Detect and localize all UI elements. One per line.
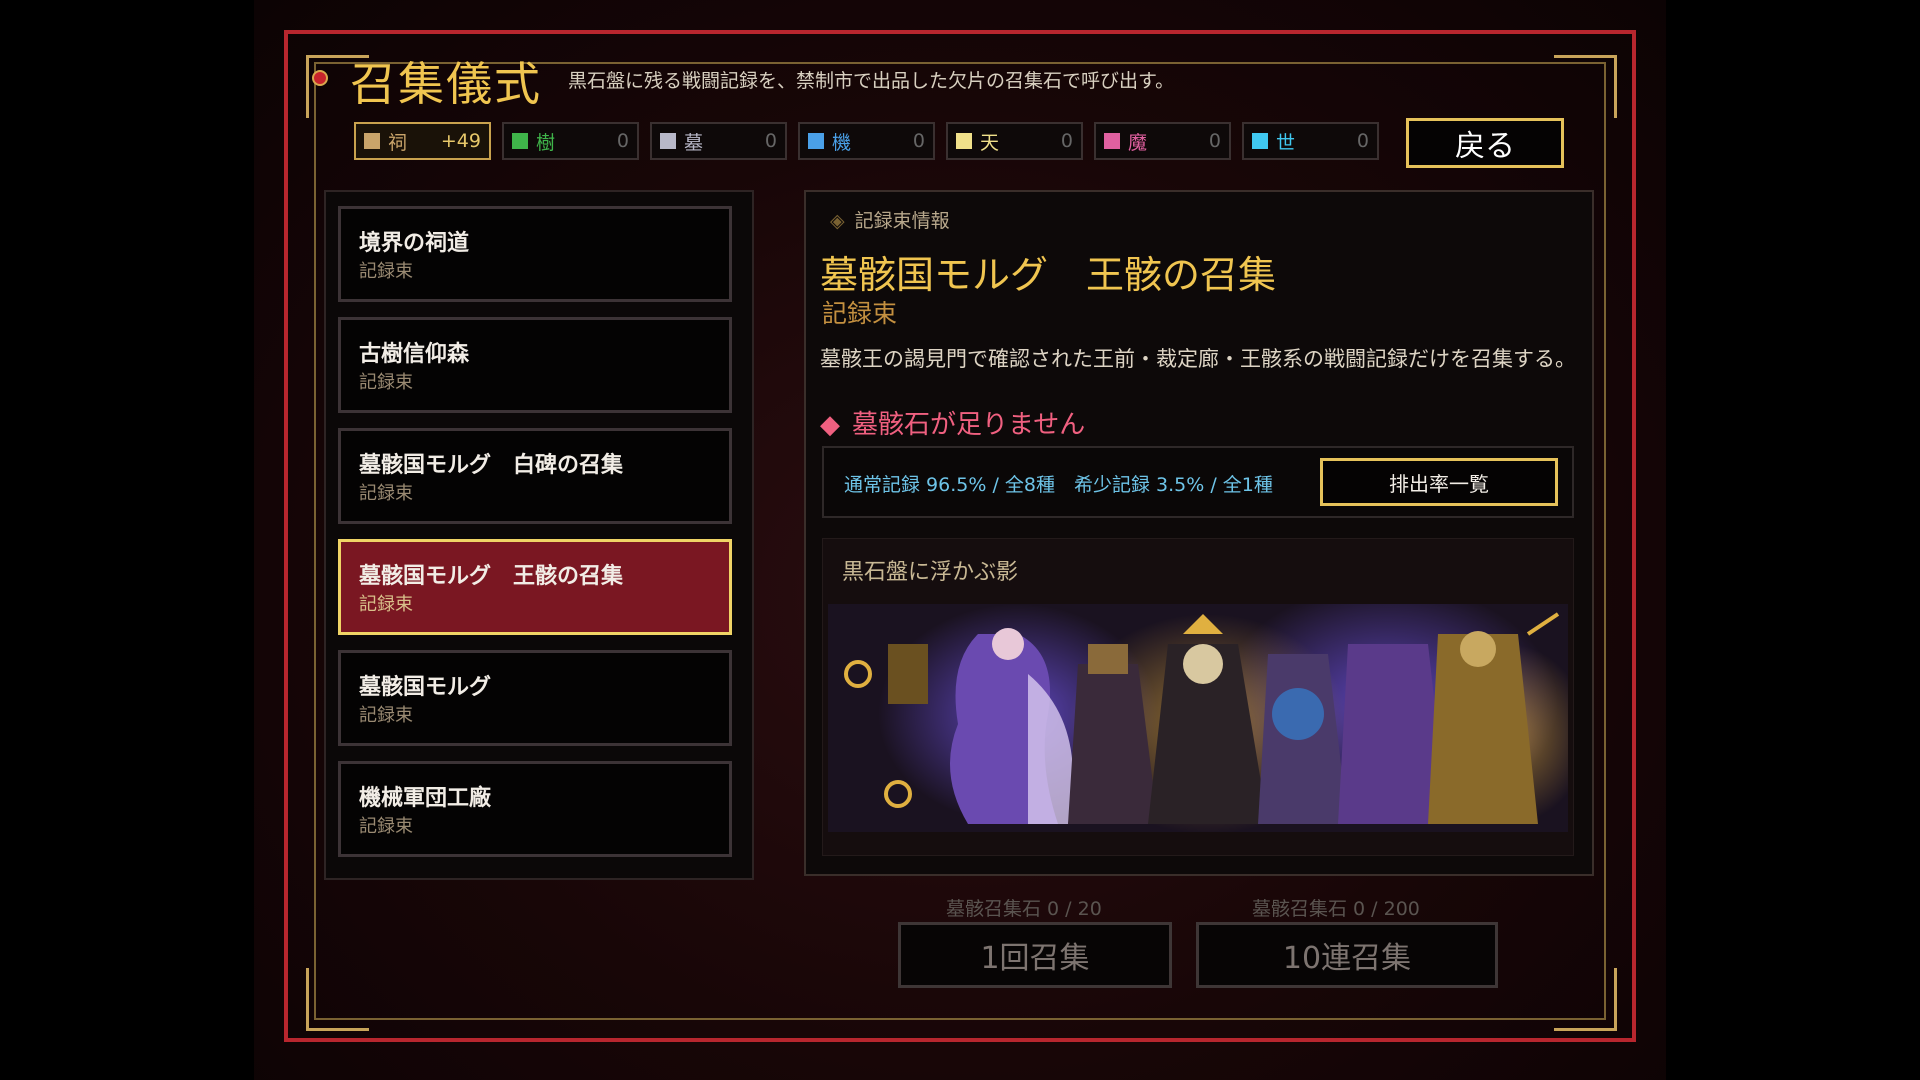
frame-corner — [1554, 55, 1617, 118]
single-summon-button[interactable]: 1回召集 — [898, 922, 1172, 988]
warning-diamond-icon: ◆ — [820, 410, 840, 440]
insufficient-warning: ◆ 墓骸石が足りません — [820, 410, 1086, 440]
currency-name: 世 — [1276, 131, 1296, 154]
currency-color-icon — [512, 133, 528, 149]
banner-caption: 黒石盤に浮かぶ影 — [842, 560, 1019, 585]
currency-value: 0 — [1208, 130, 1221, 152]
currency-name: 祠 — [388, 131, 408, 154]
currency-value: 0 — [912, 130, 925, 152]
list-item-type: 記録束 — [359, 705, 413, 726]
currency-name: 樹 — [536, 131, 556, 154]
banner-illustration — [828, 604, 1568, 832]
single-summon-cost: 墓骸召集石 0 / 20 — [946, 898, 1102, 920]
currency-name: 天 — [980, 131, 1000, 154]
list-item-type: 記録束 — [359, 816, 413, 837]
multi-summon-cost: 墓骸召集石 0 / 200 — [1252, 898, 1420, 920]
currency-chip: 天 0 — [946, 122, 1083, 160]
multi-summon-button[interactable]: 10連召集 — [1196, 922, 1498, 988]
list-item-name: 古樹信仰森 — [359, 342, 470, 367]
summon-list-item[interactable]: 境界の祠道 記録束 — [338, 206, 732, 302]
currency-name: 機 — [832, 131, 852, 154]
list-item-name: 境界の祠道 — [359, 231, 470, 256]
diamond-icon: ◈ — [830, 210, 845, 232]
list-item-name: 墓骸国モルグ 王骸の召集 — [359, 564, 624, 589]
detail-title: 墓骸国モルグ 王骸の召集 — [820, 253, 1277, 297]
currency-name: 墓 — [684, 131, 704, 154]
currency-color-icon — [660, 133, 676, 149]
detail-description: 墓骸王の謁見門で確認された王前・裁定廊・王骸系の戦闘記録だけを召集する。 — [820, 347, 1576, 371]
list-item-type: 記録束 — [359, 483, 413, 504]
currency-value: +49 — [440, 130, 481, 152]
detail-type: 記録束 — [822, 299, 898, 328]
currency-color-icon — [364, 133, 380, 149]
currency-value: 0 — [1356, 130, 1369, 152]
currency-chip: 機 0 — [798, 122, 935, 160]
currency-chip: 魔 0 — [1094, 122, 1231, 160]
currency-chip: 世 0 — [1242, 122, 1379, 160]
currency-chip: 祠 +49 — [354, 122, 491, 160]
detail-section-label: ◈ 記録束情報 — [830, 210, 950, 232]
summon-list-item[interactable]: 墓骸国モルグ 記録束 — [338, 650, 732, 746]
list-item-type: 記録束 — [359, 372, 413, 393]
list-item-name: 機械軍団工廠 — [359, 786, 492, 811]
list-item-name: 墓骸国モルグ 白碑の召集 — [359, 453, 624, 478]
list-item-name: 墓骸国モルグ — [359, 675, 492, 700]
summon-list-item[interactable]: 古樹信仰森 記録束 — [338, 317, 732, 413]
frame-corner — [306, 968, 369, 1031]
page-subtitle: 黒石盤に残る戦闘記録を、禁制市で出品した欠片の召集石で呼び出す。 — [568, 70, 1175, 92]
summon-list-item[interactable]: 墓骸国モルグ 白碑の召集 記録束 — [338, 428, 732, 524]
rate-summary: 通常記録 96.5% / 全8種 希少記録 3.5% / 全1種 — [844, 474, 1273, 496]
currency-name: 魔 — [1128, 131, 1148, 154]
currency-value: 0 — [616, 130, 629, 152]
currency-color-icon — [1252, 133, 1268, 149]
list-item-type: 記録束 — [359, 594, 413, 615]
currency-value: 0 — [1060, 130, 1073, 152]
currency-bar: 祠 +49 樹 0 墓 0 機 0 天 0 魔 0 世 0 — [354, 122, 1379, 160]
currency-chip: 樹 0 — [502, 122, 639, 160]
frame-corner — [1554, 968, 1617, 1031]
currency-value: 0 — [764, 130, 777, 152]
currency-color-icon — [1104, 133, 1120, 149]
summon-list-item[interactable]: 機械軍団工廠 記録束 — [338, 761, 732, 857]
currency-color-icon — [956, 133, 972, 149]
currency-color-icon — [808, 133, 824, 149]
ornament-gem-icon — [312, 70, 328, 86]
back-button[interactable]: 戻る — [1406, 118, 1564, 168]
drop-rate-list-button[interactable]: 排出率一覧 — [1320, 458, 1558, 506]
list-item-type: 記録束 — [359, 261, 413, 282]
currency-chip: 墓 0 — [650, 122, 787, 160]
page-title: 召集儀式 — [350, 57, 542, 111]
summon-list-item-selected[interactable]: 墓骸国モルグ 王骸の召集 記録束 — [338, 539, 732, 635]
